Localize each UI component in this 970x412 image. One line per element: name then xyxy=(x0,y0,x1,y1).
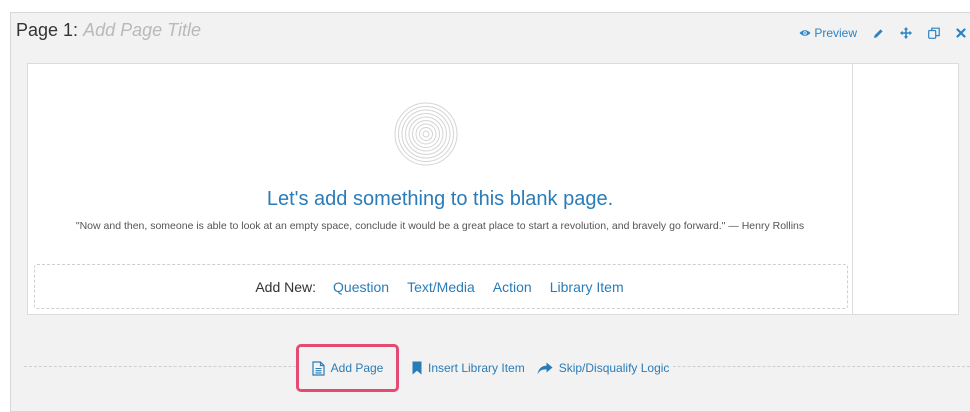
delete-button[interactable] xyxy=(956,28,966,38)
share-arrow-icon xyxy=(537,362,553,374)
footer-links: Insert Library Item Skip/Disqualify Logi… xyxy=(399,361,674,375)
close-icon xyxy=(956,28,966,38)
copy-button[interactable] xyxy=(928,27,940,39)
add-page-label: Add Page xyxy=(330,361,384,375)
add-question-link[interactable]: Question xyxy=(330,279,392,295)
eye-icon xyxy=(799,30,811,36)
page-title-input[interactable]: Add Page Title xyxy=(83,20,201,41)
skip-disqualify-logic-button[interactable]: Skip/Disqualify Logic xyxy=(537,361,670,375)
pencil-icon xyxy=(874,28,883,38)
move-icon xyxy=(900,27,912,39)
add-new-label: Add New: xyxy=(255,278,317,295)
add-new-bar: Add New: Question Text/Media Action Libr… xyxy=(34,264,848,309)
skip-disqualify-logic-label: Skip/Disqualify Logic xyxy=(558,361,670,375)
column-divider xyxy=(852,64,853,314)
edit-button[interactable] xyxy=(873,28,884,39)
blank-page-content: Let's add something to this blank page. … xyxy=(27,63,959,315)
add-page-button[interactable]: Add Page xyxy=(296,344,399,392)
insert-library-item-label: Insert Library Item xyxy=(428,361,525,375)
page-footer-actions: Add Page Insert Library Item Skip/Disqua… xyxy=(296,344,674,392)
bookmark-icon xyxy=(412,361,422,375)
empty-target-icon xyxy=(394,102,458,166)
blank-page-quote: "Now and then, someone is able to look a… xyxy=(75,220,805,232)
page-toolbar: Preview xyxy=(799,26,966,40)
add-library-item-link[interactable]: Library Item xyxy=(547,279,627,295)
blank-page-heading: Let's add something to this blank page. xyxy=(266,188,614,210)
page-label: Page 1: xyxy=(16,20,79,40)
preview-label: Preview xyxy=(814,26,857,40)
insert-library-item-button[interactable]: Insert Library Item xyxy=(412,361,525,375)
add-action-link[interactable]: Action xyxy=(490,279,535,295)
preview-button[interactable]: Preview xyxy=(799,26,857,40)
add-text-media-link[interactable]: Text/Media xyxy=(404,279,478,295)
copy-icon xyxy=(928,27,940,39)
page-header: Page 1: Add Page Title xyxy=(16,20,201,42)
document-icon xyxy=(312,360,325,376)
move-button[interactable] xyxy=(900,27,912,39)
